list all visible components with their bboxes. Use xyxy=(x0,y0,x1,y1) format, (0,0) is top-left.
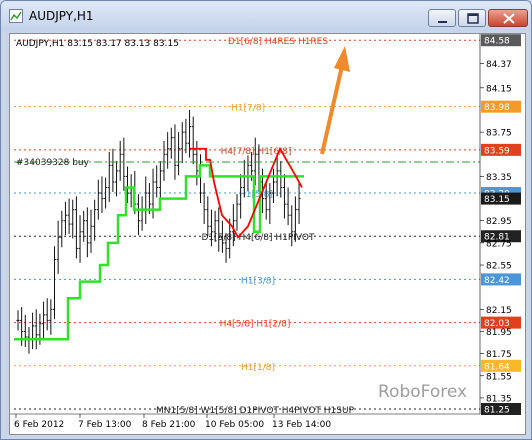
time-axis: 6 Feb 2012 7 Feb 13:00 8 Feb 21:00 10 Feb 0… xyxy=(14,414,331,430)
level-label: D1[6/8] H4RES H1RES xyxy=(228,37,328,47)
maximize-icon xyxy=(467,13,479,24)
price-tick-label: 81.75 xyxy=(486,350,512,360)
price-tick-label: 81.64 xyxy=(484,362,510,372)
price-tick-label: 84.15 xyxy=(486,84,512,94)
price-tick-label: 82.95 xyxy=(486,217,512,227)
time-tick-label: 8 Feb 21:00 xyxy=(142,420,196,430)
title-bar[interactable]: AUDJPY,H1 xyxy=(1,1,531,31)
price-tick-label: 82.55 xyxy=(486,262,512,272)
target-arrow xyxy=(320,46,350,155)
minimize-icon xyxy=(438,21,447,23)
level-label: H1[1/8] xyxy=(241,363,275,373)
chart-window-icon xyxy=(9,9,23,23)
time-tick-label: 13 Feb 14:00 xyxy=(272,420,331,430)
level-label: H4[5/8] H1[2/8] xyxy=(220,320,291,330)
watermark: RoboForex xyxy=(378,382,467,402)
price-tick-label: 81.35 xyxy=(486,394,512,404)
close-button[interactable] xyxy=(488,9,528,27)
minimize-button[interactable] xyxy=(428,9,456,27)
price-tick-label: 84.58 xyxy=(484,37,510,47)
buy-order-label: #34039328 buy xyxy=(16,158,90,168)
price-tick-label: 81.55 xyxy=(486,372,512,382)
window-title: AUDJPY,H1 xyxy=(29,9,94,23)
price-tick-label: 83.35 xyxy=(486,173,512,183)
green-stop-line xyxy=(14,164,304,341)
price-tick-label: 83.59 xyxy=(484,146,510,156)
price-tick-label: 81.95 xyxy=(486,328,512,338)
price-tick-label: 84.37 xyxy=(486,60,512,70)
level-label: H1[7/8] xyxy=(231,104,265,114)
close-icon xyxy=(503,13,515,24)
price-tick-label: 83.98 xyxy=(484,103,510,113)
maximize-button[interactable] xyxy=(458,9,486,27)
price-tick-label: 83.75 xyxy=(486,129,512,139)
time-tick-label: 7 Feb 13:00 xyxy=(78,420,132,430)
level-labels: D1[6/8] H4RES H1RESH1[7/8]H4[7/8] H1[6/8… xyxy=(156,37,355,416)
time-tick-label: 6 Feb 2012 xyxy=(14,420,64,430)
chart-window: AUDJPY,H1 D1[6/8] H4RES H1RES H1[7/8] H4[7… xyxy=(0,0,532,440)
chart-header: AUDJPY,H1 83.15 83.17 83.13 83.15 xyxy=(16,39,179,49)
price-tick-label: 82.75 xyxy=(486,239,512,249)
price-tick-label: 83.15 xyxy=(484,195,510,205)
level-label: MN1[5/8] W1[5/8] D1PIVOT H4PIVOT H1SUP xyxy=(156,406,355,416)
chart-canvas[interactable]: D1[6/8] H4RES H1RESH1[7/8]H4[7/8] H1[6/8… xyxy=(10,34,525,434)
level-label: H1[3/8] xyxy=(241,276,275,286)
price-tick-label: 81.25 xyxy=(484,406,510,416)
price-tick-label: 82.42 xyxy=(484,276,510,286)
price-tick-label: 82.15 xyxy=(486,306,512,316)
stop-lines xyxy=(14,146,304,341)
price-chart[interactable]: D1[6/8] H4RES H1RES H1[7/8] H4[7/8] H1[6/8… xyxy=(9,33,526,435)
time-tick-label: 10 Feb 05:00 xyxy=(205,420,264,430)
